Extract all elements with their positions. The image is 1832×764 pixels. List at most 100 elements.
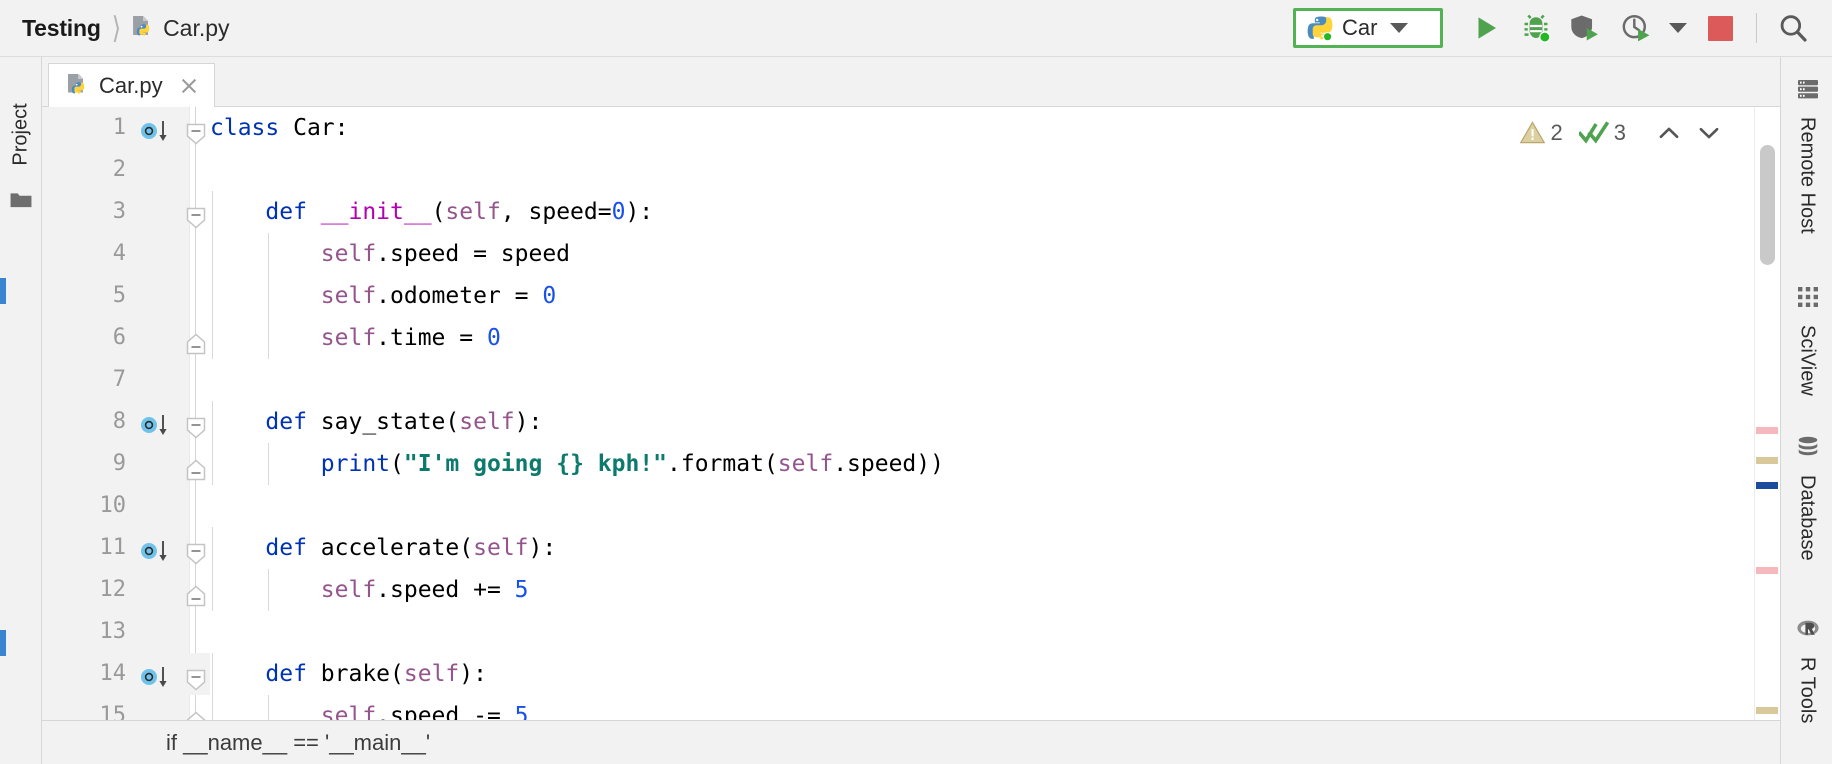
code-text: def __init__(self, speed=0): [210,191,1780,233]
code-line[interactable]: 15 self.speed -= 5 [42,695,1780,720]
fold-end-icon[interactable] [185,585,207,607]
fold-collapse-icon[interactable] [185,669,207,691]
stripe-marker[interactable] [1756,427,1778,434]
run-button[interactable] [1461,4,1511,52]
fold-marker[interactable] [185,411,207,433]
debug-button[interactable] [1511,4,1561,52]
chevron-down-icon[interactable] [1696,120,1722,146]
fold-marker[interactable] [185,579,207,601]
stop-button[interactable] [1695,4,1745,52]
database-icon [1796,435,1820,459]
code-text: print("I'm going {} kph!".format(self.sp… [210,443,1780,485]
stripe-marker[interactable] [1756,457,1778,464]
code-line[interactable]: 6 self.time = 0 [42,317,1780,359]
gutter-run-marker[interactable] [140,116,170,140]
gutter-run-marker[interactable] [140,536,170,560]
code-line[interactable]: 9 print("I'm going {} kph!".format(self.… [42,443,1780,485]
breadcrumb-file[interactable]: Car.py [132,15,229,42]
line-number: 5 [42,275,126,317]
pycharm-window: Testing ⟩ Car.py [0,0,1832,764]
fold-marker[interactable] [185,117,207,139]
code-line[interactable]: 8 def say_state(self): [42,401,1780,443]
fold-end-icon[interactable] [185,459,207,481]
run-configuration-label: Car [1342,15,1377,41]
fold-collapse-icon[interactable] [185,123,207,145]
code-line[interactable]: 7 [42,359,1780,401]
code-line[interactable]: 10 [42,485,1780,527]
right-tool-strip: Remote HostSciViewDatabaseR Tools [1780,57,1832,764]
line-number: 3 [42,191,126,233]
code-editor[interactable]: 1class Car:23 def __init__(self, speed=0… [42,107,1780,720]
server-icon [1796,77,1820,101]
warning-triangle-icon[interactable] [1519,119,1546,146]
code-line[interactable]: 4 self.speed = speed [42,233,1780,275]
code-text: self.speed -= 5 [210,695,1780,720]
indent-guide [268,443,269,485]
tool-window-edge-marker[interactable] [0,630,6,656]
indent-guide [212,695,213,720]
more-run-options-button[interactable] [1661,4,1695,52]
indent-guide [212,443,213,485]
run-gutter-icon[interactable] [140,666,170,690]
stop-square-icon [1708,16,1733,41]
bug-icon [1520,12,1552,44]
run-gutter-icon[interactable] [140,414,170,438]
double-check-icon[interactable] [1579,119,1609,146]
code-text [210,611,1780,653]
fold-marker[interactable] [185,201,207,223]
inspection-widget: 2 3 [1519,119,1723,146]
code-line[interactable]: 12 self.speed += 5 [42,569,1780,611]
code-line[interactable]: 13 [42,611,1780,653]
gutter-run-marker[interactable] [140,410,170,434]
code-text: self.speed = speed [210,233,1780,275]
indent-guide [212,275,213,317]
error-stripe-scrollbar[interactable] [1754,107,1780,720]
line-number: 6 [42,317,126,359]
indent-guide [268,569,269,611]
fold-collapse-icon[interactable] [185,207,207,229]
toolbar-divider [1756,13,1757,43]
fold-collapse-icon[interactable] [185,543,207,565]
breadcrumb-project[interactable]: Testing [22,15,101,42]
run-with-coverage-button[interactable] [1561,4,1611,52]
fold-marker[interactable] [185,537,207,559]
line-number: 10 [42,485,126,527]
fold-collapse-icon[interactable] [185,417,207,439]
editor-tab-car-py[interactable]: Car.py [48,63,215,107]
indent-guide [212,569,213,611]
line-number: 4 [42,233,126,275]
line-number: 2 [42,149,126,191]
run-configuration-selector[interactable]: Car [1293,8,1443,48]
code-line[interactable]: 5 self.odometer = 0 [42,275,1780,317]
code-line[interactable]: 14 def brake(self): [42,653,1780,695]
fold-end-icon[interactable] [185,711,207,720]
breadcrumb-scope[interactable]: if __name__ == '__main__' [42,730,430,756]
search-everywhere-button[interactable] [1768,4,1818,52]
fold-marker[interactable] [185,453,207,475]
chevron-down-icon[interactable] [1390,23,1408,33]
fold-marker[interactable] [185,705,207,720]
fold-marker[interactable] [185,663,207,685]
stripe-marker[interactable] [1756,482,1778,489]
stripe-marker[interactable] [1756,707,1778,714]
indent-guide [212,653,213,695]
indent-guide [212,191,213,233]
scrollbar-thumb[interactable] [1760,145,1775,265]
run-gutter-icon[interactable] [140,540,170,564]
fold-end-icon[interactable] [185,333,207,355]
grid-icon [1796,285,1820,309]
code-line[interactable]: 3 def __init__(self, speed=0): [42,191,1780,233]
close-icon[interactable] [179,76,199,96]
folder-icon[interactable] [9,190,33,209]
stripe-marker[interactable] [1756,567,1778,574]
run-gutter-icon[interactable] [140,120,170,144]
fold-marker[interactable] [185,327,207,349]
code-line[interactable]: 2 [42,149,1780,191]
code-line[interactable]: 11 def accelerate(self): [42,527,1780,569]
chevron-up-icon[interactable] [1656,120,1682,146]
tool-window-edge-marker[interactable] [0,278,6,304]
sidebar-item-project[interactable]: Project [10,89,33,181]
profile-button[interactable] [1611,4,1661,52]
r-logo-icon [1796,617,1820,641]
gutter-run-marker[interactable] [140,662,170,686]
